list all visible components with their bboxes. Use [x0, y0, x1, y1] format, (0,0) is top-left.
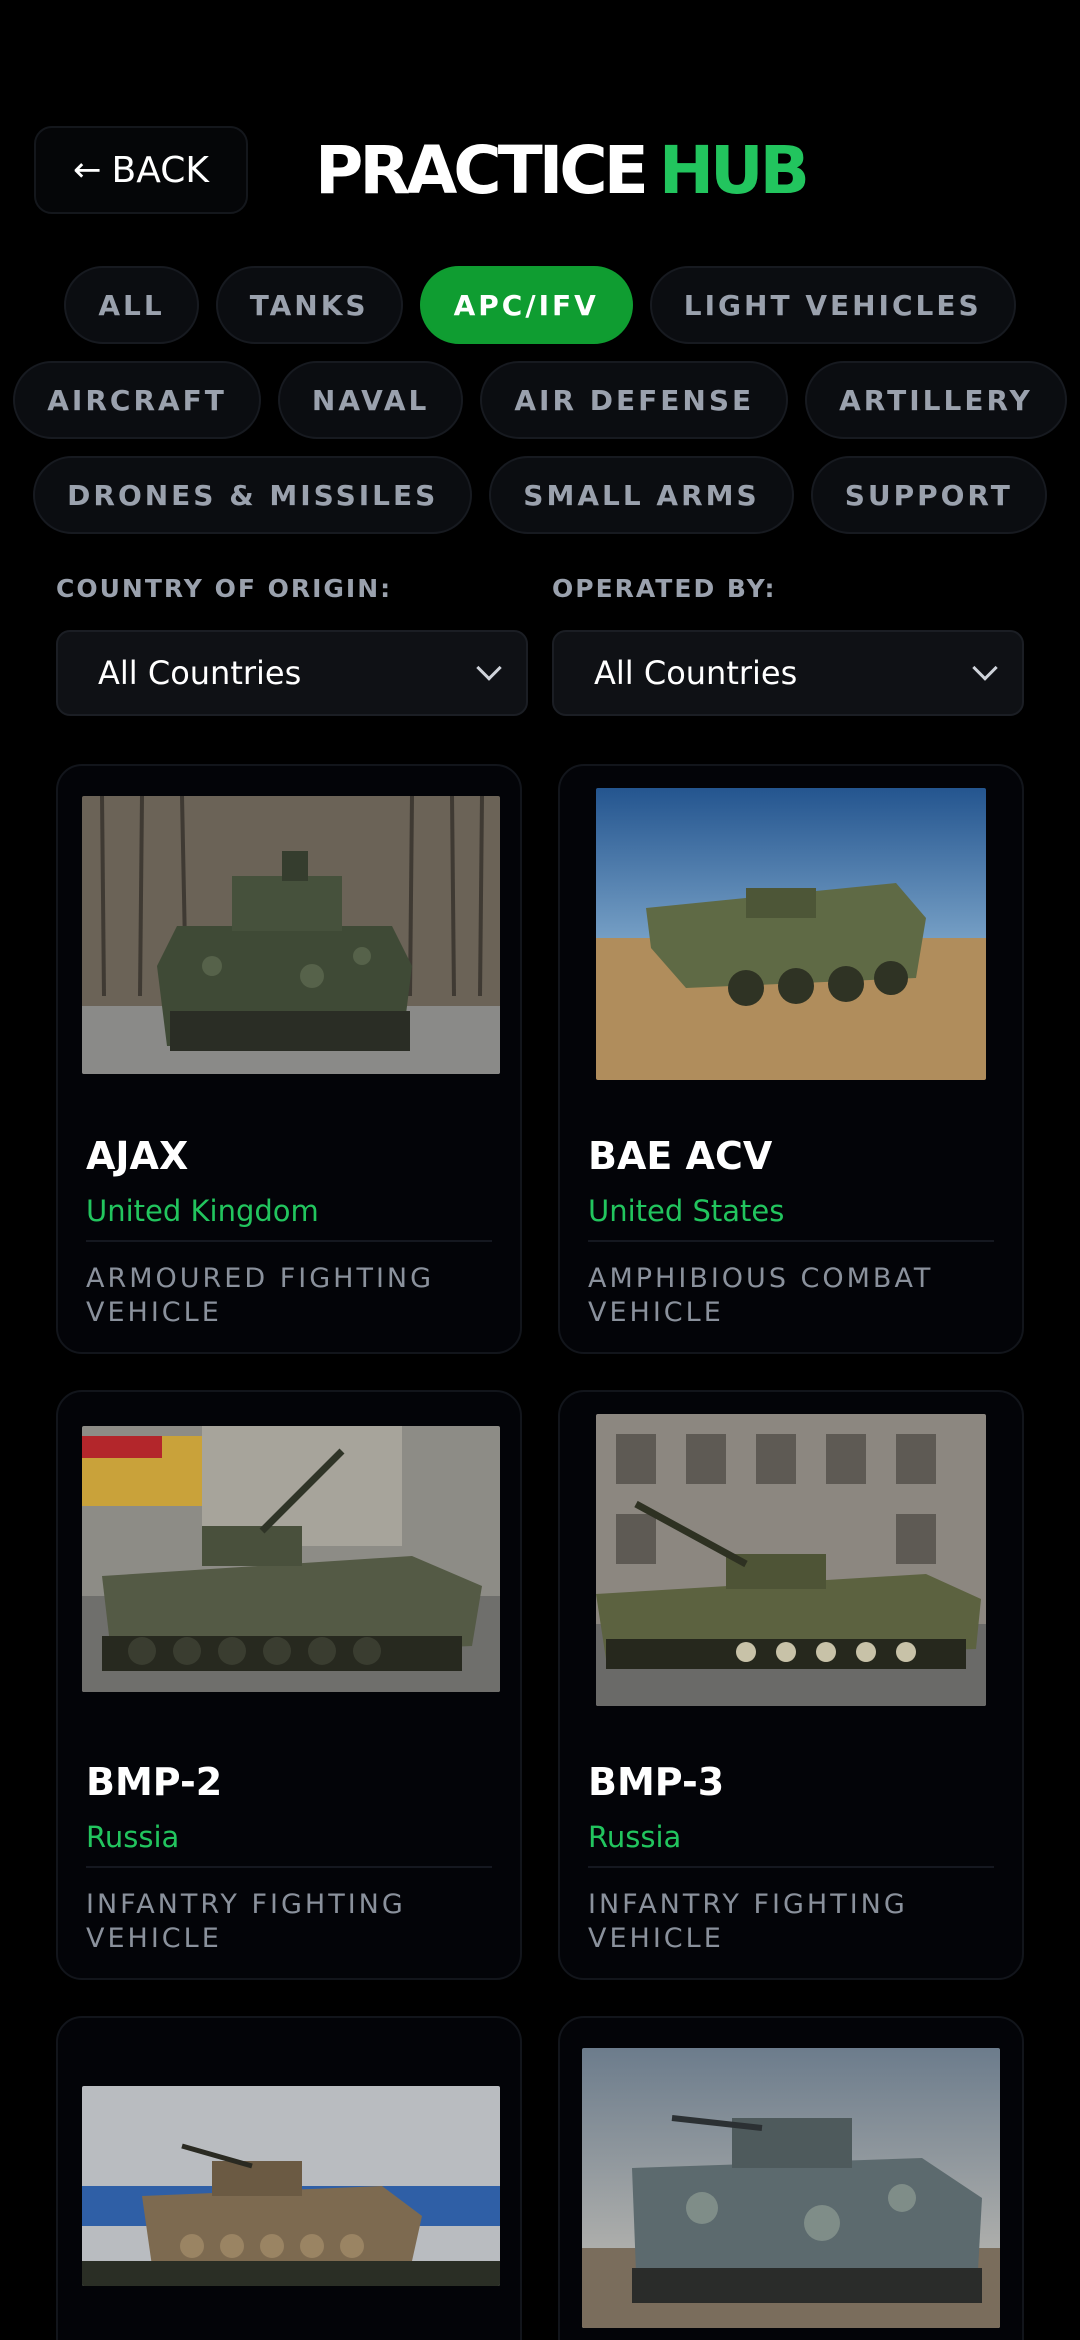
vehicle-country: Russia	[588, 1820, 682, 1854]
vehicle-type: INFANTRY FIGHTING VEHICLE	[86, 1889, 406, 1954]
chip-small-arms[interactable]: SMALL ARMS	[489, 456, 794, 534]
page-title: PRACTICE HUB	[315, 130, 810, 210]
vehicle-photo	[82, 1426, 500, 1692]
chip-artillery[interactable]: ARTILLERY	[805, 361, 1067, 439]
practice-hub-screen: ← BACK PRACTICE HUB ALL TANKS APC/IFV LI…	[0, 0, 1080, 2340]
chip-row: DRONES & MISSILES SMALL ARMS SUPPORT	[0, 456, 1080, 534]
origin-select[interactable]: All Countries	[56, 630, 528, 716]
operated-filter: OPERATED BY: All Countries	[552, 574, 1024, 716]
title-hub: HUB	[658, 131, 810, 209]
arrow-left-icon: ←	[73, 150, 102, 190]
operated-select[interactable]: All Countries	[552, 630, 1024, 716]
divider	[86, 1866, 492, 1868]
vehicle-card[interactable]: AJAX United Kingdom ARMOURED FIGHTING VE…	[56, 764, 522, 1354]
origin-select-value: All Countries	[98, 654, 302, 692]
divider	[86, 1240, 492, 1242]
vehicle-country: Russia	[86, 1820, 180, 1854]
vehicle-name: BAE ACV	[588, 1134, 773, 1178]
vehicle-country: United Kingdom	[86, 1194, 319, 1228]
title-practice: PRACTICE	[315, 131, 649, 209]
divider	[588, 1240, 994, 1242]
chip-aircraft[interactable]: AIRCRAFT	[13, 361, 261, 439]
chip-row: AIRCRAFT NAVAL AIR DEFENSE ARTILLERY	[0, 361, 1080, 439]
chip-air-defense[interactable]: AIR DEFENSE	[480, 361, 789, 439]
chip-apc-ifv[interactable]: APC/IFV	[419, 266, 633, 344]
vehicle-type: ARMOURED FIGHTING VEHICLE	[86, 1263, 435, 1328]
vehicle-photo	[596, 788, 986, 1080]
divider	[588, 1866, 994, 1868]
vehicle-card[interactable]: BMP-2 Russia INFANTRY FIGHTING VEHICLE	[56, 1390, 522, 1980]
vehicle-photo	[82, 2086, 500, 2286]
vehicle-card[interactable]	[56, 2016, 522, 2340]
vehicle-name: AJAX	[86, 1134, 189, 1178]
vehicle-card[interactable]: BAE ACV United States AMPHIBIOUS COMBAT …	[558, 764, 1024, 1354]
chip-naval[interactable]: NAVAL	[277, 361, 464, 439]
chip-light-vehicles[interactable]: LIGHT VEHICLES	[649, 266, 1016, 344]
chip-drones-missiles[interactable]: DRONES & MISSILES	[33, 456, 473, 534]
chip-row: ALL TANKS APC/IFV LIGHT VEHICLES	[0, 266, 1080, 344]
chip-all[interactable]: ALL	[64, 266, 199, 344]
category-filter: ALL TANKS APC/IFV LIGHT VEHICLES AIRCRAF…	[0, 266, 1080, 551]
chip-support[interactable]: SUPPORT	[810, 456, 1047, 534]
operated-label: OPERATED BY:	[552, 574, 777, 603]
back-label: BACK	[111, 149, 209, 191]
vehicle-type: AMPHIBIOUS COMBAT VEHICLE	[588, 1263, 934, 1328]
vehicle-photo	[582, 2048, 1000, 2328]
back-button[interactable]: ← BACK	[34, 126, 248, 214]
chevron-down-icon	[972, 655, 998, 681]
vehicle-name: BMP-2	[86, 1760, 223, 1804]
vehicle-photo	[596, 1414, 986, 1706]
vehicle-photo	[82, 796, 500, 1074]
vehicle-country: United States	[588, 1194, 785, 1228]
chevron-down-icon	[476, 655, 502, 681]
operated-select-value: All Countries	[594, 654, 798, 692]
filters: COUNTRY OF ORIGIN: All Countries OPERATE…	[56, 574, 1024, 716]
origin-label: COUNTRY OF ORIGIN:	[56, 574, 393, 603]
header: ← BACK PRACTICE HUB	[0, 126, 1080, 214]
vehicle-card[interactable]: BMP-3 Russia INFANTRY FIGHTING VEHICLE	[558, 1390, 1024, 1980]
origin-filter: COUNTRY OF ORIGIN: All Countries	[56, 574, 528, 716]
vehicle-card[interactable]	[558, 2016, 1024, 2340]
chip-tanks[interactable]: TANKS	[215, 266, 403, 344]
vehicle-name: BMP-3	[588, 1760, 725, 1804]
vehicle-type: INFANTRY FIGHTING VEHICLE	[588, 1889, 908, 1954]
